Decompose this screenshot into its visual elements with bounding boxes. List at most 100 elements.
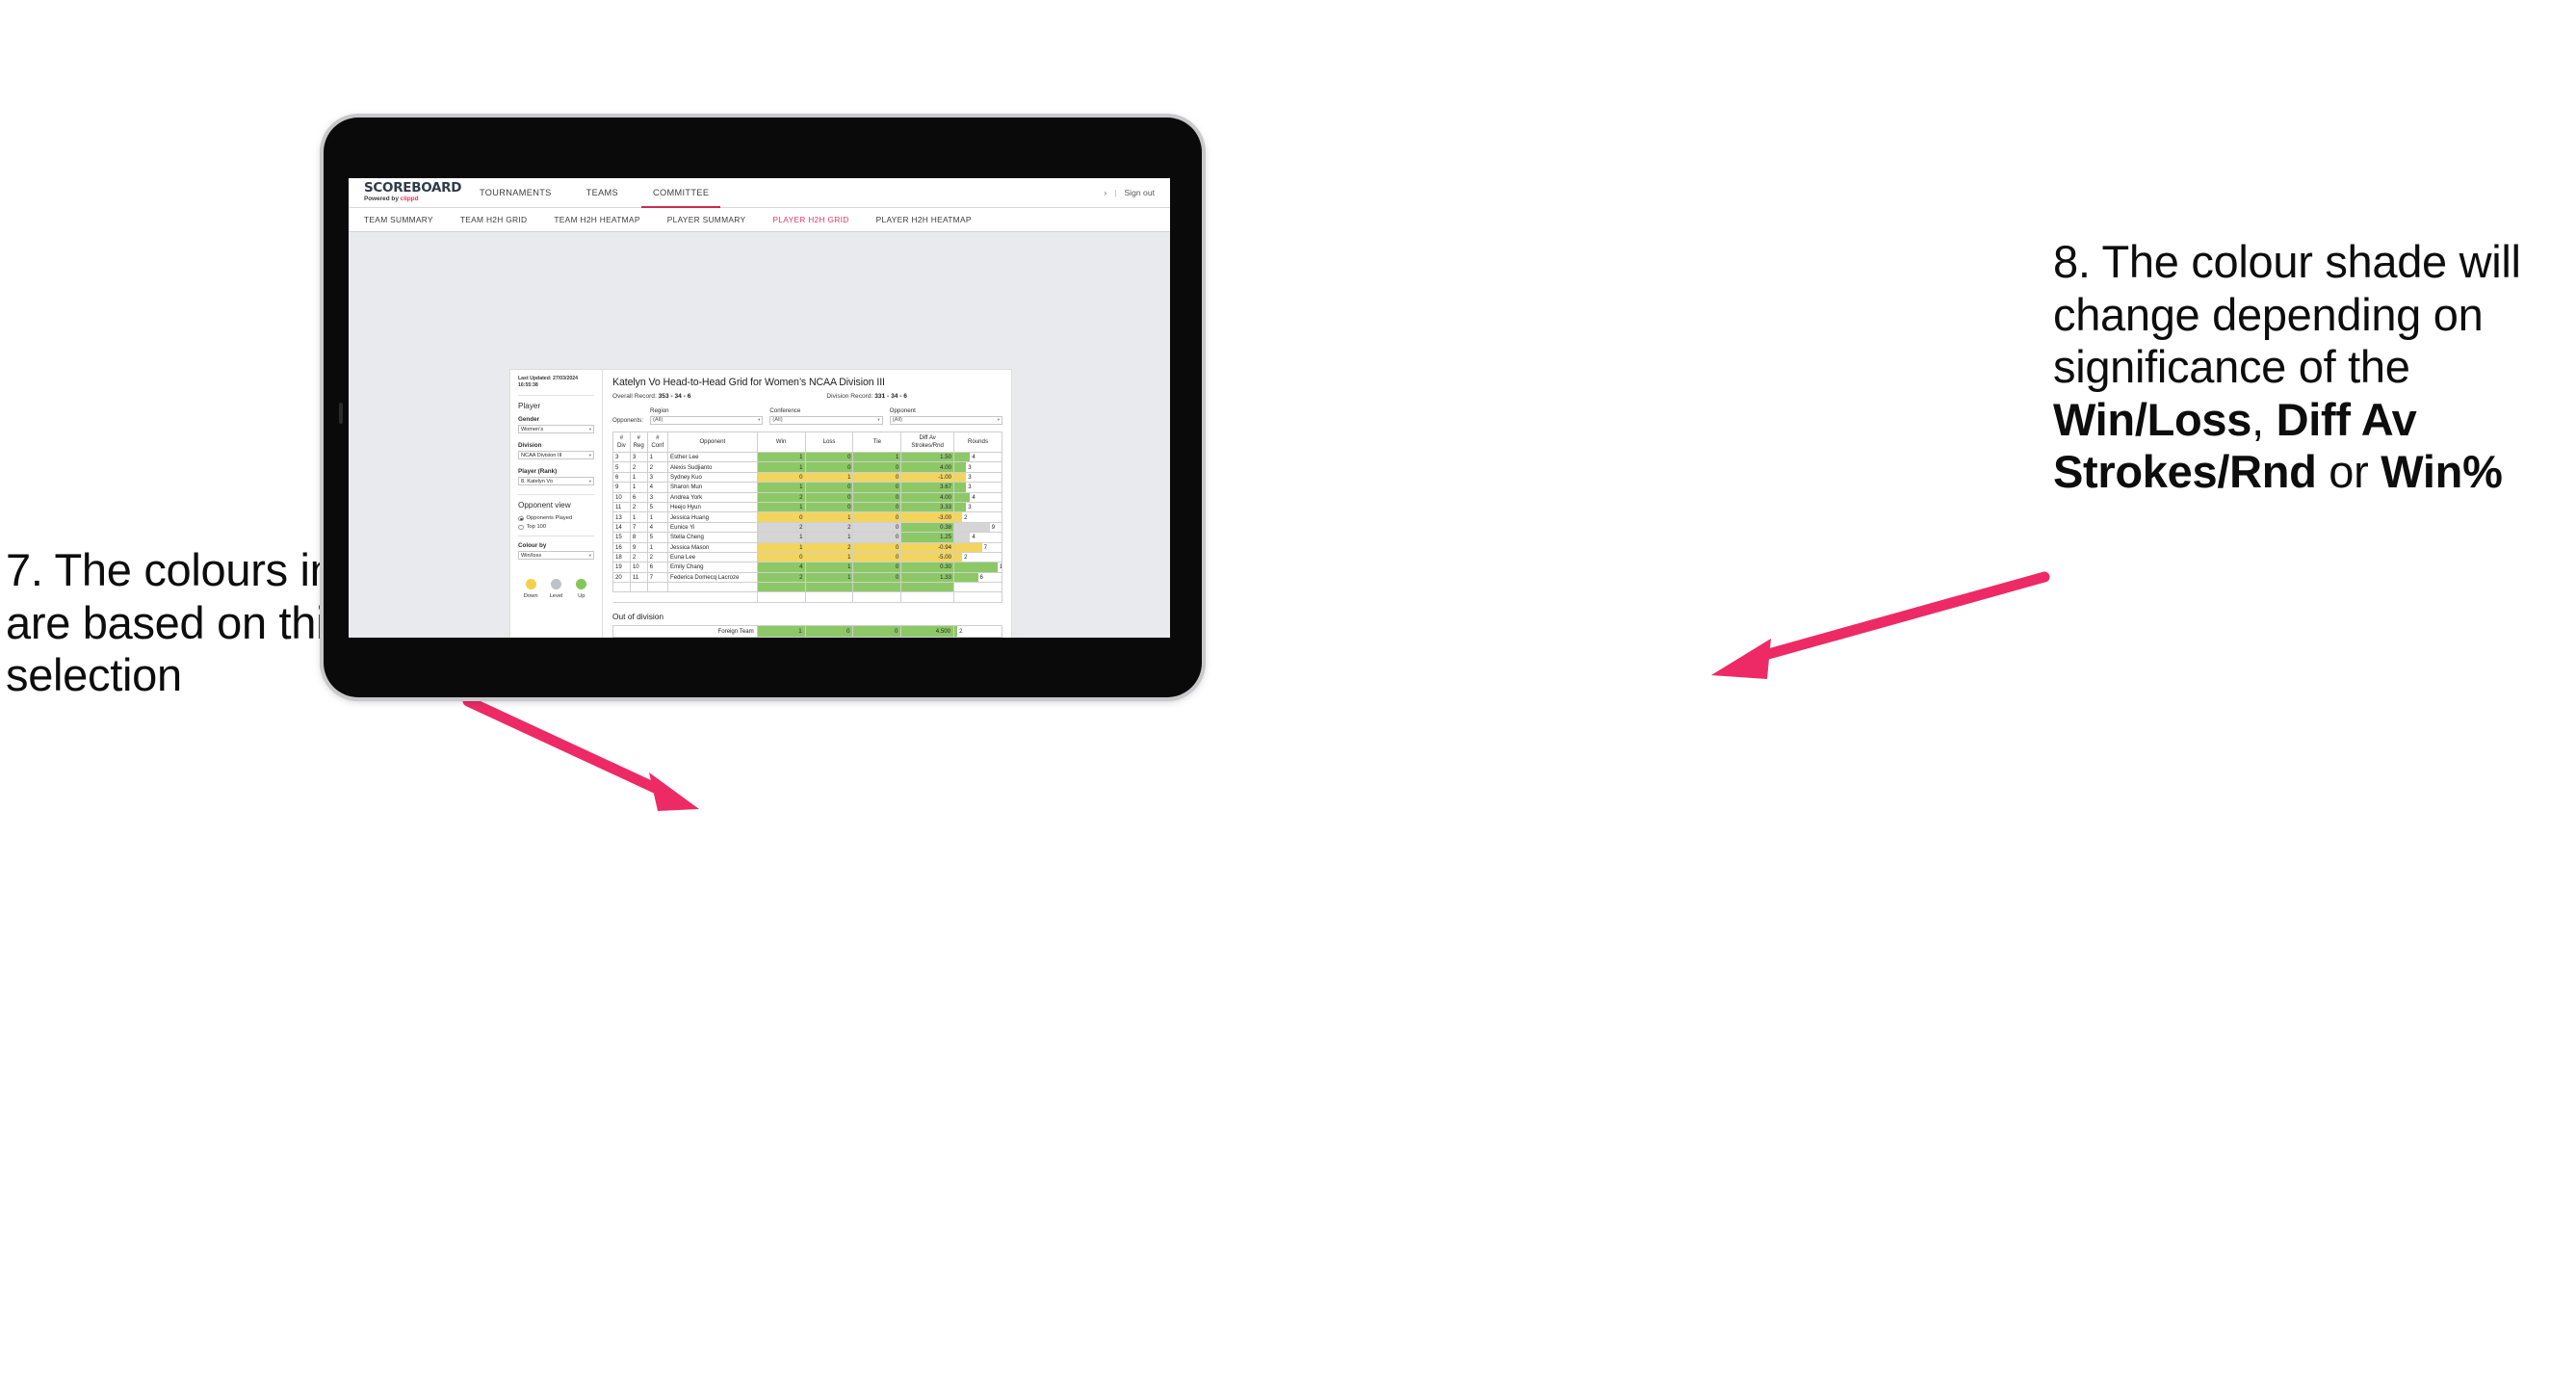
- blank-cell: [647, 591, 668, 604]
- ood-cell-win: 1: [756, 625, 806, 638]
- rounds-bar: [954, 493, 971, 502]
- cell-tie: 0: [852, 511, 902, 523]
- cell-div: 6: [612, 471, 631, 484]
- column-header-0[interactable]: # Div: [612, 431, 631, 453]
- table-row[interactable]: 16 9 1 Jessica Mason 1 2 0 -0.94 7: [612, 541, 1002, 553]
- table-row[interactable]: 13 1 1 Jessica Huang 0 1 0 -3.00 2: [612, 511, 1002, 523]
- table-row[interactable]: 20 11 7 Federica Domecq Lacroze 2 1 0 1.33 6: [612, 571, 1002, 584]
- cell-tie: 0: [852, 562, 902, 573]
- column-header-1[interactable]: # Reg: [629, 431, 648, 453]
- table-row[interactable]: 5 2 2 Alexis Sudjianto 1 0 0 4.00 3: [612, 461, 1002, 473]
- chevron-down-icon: ▾: [758, 417, 761, 423]
- cell-win: 0: [756, 511, 806, 523]
- opponent-view-title: Opponent view: [518, 501, 571, 510]
- last-updated: Last Updated: 27/03/2024 16:55:38: [518, 376, 594, 389]
- filter-region-select[interactable]: (All) ▾: [650, 415, 764, 425]
- cell-conf: 3: [646, 491, 669, 503]
- subnav-item-team-h2h-heatmap[interactable]: TEAM H2H HEATMAP: [540, 215, 653, 224]
- cell-win: 1: [756, 501, 806, 513]
- gender-dropdown[interactable]: Women’s ▾: [518, 425, 594, 434]
- filter-region-value: (All): [653, 417, 664, 424]
- colour-by-label: Colour by: [518, 542, 547, 550]
- tablet-screen: SCOREBOARD Powered by clippd TOURNAMENTS…: [349, 178, 1170, 638]
- subnav-item-player-h2h-heatmap[interactable]: PLAYER H2H HEATMAP: [863, 215, 985, 224]
- sign-out-link[interactable]: Sign out: [1124, 188, 1155, 197]
- ood-cell-rounds: 2: [953, 625, 1002, 638]
- division-dropdown[interactable]: NCAA Division III ▾: [518, 451, 594, 460]
- cell-loss: 0: [804, 482, 854, 493]
- legend-dot-up: [576, 579, 587, 590]
- rounds-value: 4: [972, 534, 976, 541]
- sub-navigation: TEAM SUMMARY TEAM H2H GRID TEAM H2H HEAT…: [349, 208, 1170, 232]
- table-row[interactable]: 11 2 5 Heejo Hyun 1 0 0 3.33 3: [612, 501, 1002, 513]
- cell-diff: 4.00: [900, 491, 954, 503]
- cell-diff: -0.94: [900, 541, 954, 553]
- colour-by-dropdown[interactable]: Win/loss ▾: [518, 551, 594, 561]
- cell-rounds: 4: [953, 451, 1002, 463]
- column-header-5[interactable]: Loss: [804, 431, 854, 453]
- cell-win: 4: [756, 562, 806, 573]
- radio-opponents-played[interactable]: Opponents Played: [518, 515, 594, 521]
- rounds-bar: [954, 462, 967, 472]
- column-header-8[interactable]: Rounds: [953, 431, 1002, 453]
- topnav-item-teams[interactable]: TEAMS: [569, 178, 636, 208]
- viz-card: Last Updated: 27/03/2024 16:55:38 Player…: [509, 369, 1012, 638]
- ood-row[interactable]: NAIA Division 115009.26730: [612, 636, 1002, 638]
- cell-opponent: Jessica Mason: [667, 541, 758, 553]
- cell-conf: 5: [646, 501, 669, 513]
- cell-reg: 8: [629, 532, 648, 543]
- division-record-value: 331 - 34 - 6: [874, 393, 907, 400]
- radio-opponents-played-label: Opponents Played: [526, 515, 573, 522]
- ood-cell-loss: 0: [804, 636, 854, 638]
- table-row[interactable]: 14 7 4 Eunice Yi 2 2 0 0.38 9: [612, 521, 1002, 534]
- ood-cell-opponent: Foreign Team: [612, 625, 758, 638]
- column-header-4[interactable]: Win: [756, 431, 806, 453]
- cell-conf: [646, 582, 669, 593]
- column-header-7[interactable]: Diff Av Strokes/Rnd: [900, 431, 954, 453]
- ood-row[interactable]: Foreign Team 1 0 0 4.500 2: [612, 625, 1002, 638]
- cell-div: 5: [612, 461, 631, 473]
- column-header-2[interactable]: # Conf: [646, 431, 669, 453]
- annotation-right-p1: 8. The colour shade will change dependin…: [2053, 236, 2521, 393]
- cell-rounds: 4: [953, 532, 1002, 543]
- rounds-bar: [954, 573, 978, 582]
- topnav-item-committee[interactable]: COMMITTEE: [636, 178, 726, 208]
- cell-div: [612, 582, 631, 593]
- cell-div: 16: [612, 541, 631, 553]
- table-row[interactable]: 15 8 5 Stella Cheng 1 1 0 1.25 4: [612, 532, 1002, 543]
- topnav-item-tournaments[interactable]: TOURNAMENTS: [462, 178, 569, 208]
- player-rank-dropdown[interactable]: 8. Katelyn Vo ▾: [518, 477, 594, 486]
- cell-opponent: Eunice Yi: [667, 521, 758, 534]
- cell-win: 0: [756, 551, 806, 563]
- ood-cell-rounds: 30: [953, 636, 1002, 638]
- chevron-down-icon: ▾: [588, 452, 591, 458]
- table-row[interactable]: 6 1 3 Sydney Kuo 0 1 0 -1.00 3: [612, 471, 1002, 484]
- division-record-label: Division Record:: [826, 393, 875, 400]
- out-of-division-table: Foreign Team1004.5002NAIA Division 11500…: [612, 625, 1002, 638]
- radio-top-100[interactable]: Top 100: [518, 524, 594, 530]
- blank-cell: [630, 591, 648, 604]
- cell-tie: 0: [852, 532, 902, 543]
- column-header-3[interactable]: Opponent: [667, 431, 758, 453]
- blank-cell: [612, 591, 631, 604]
- cell-loss: 0: [804, 461, 854, 473]
- subnav-item-player-h2h-grid[interactable]: PLAYER H2H GRID: [759, 215, 862, 224]
- table-row[interactable]: 19106Emily Chang4100.3011: [612, 562, 1002, 573]
- subnav-item-team-summary[interactable]: TEAM SUMMARY: [364, 215, 447, 224]
- cell-conf: 4: [646, 482, 669, 493]
- subnav-item-player-summary[interactable]: PLAYER SUMMARY: [654, 215, 760, 224]
- chevron-right-icon[interactable]: ›: [1104, 188, 1106, 197]
- column-header-6[interactable]: Tie: [852, 431, 902, 453]
- rounds-value: 2: [964, 554, 968, 562]
- subnav-item-team-h2h-grid[interactable]: TEAM H2H GRID: [447, 215, 541, 224]
- table-row[interactable]: 10 6 3 Andrea York 2 0 0 4.00 4: [612, 491, 1002, 503]
- table-row[interactable]: 18 2 2 Euna Lee 0 1 0 -5.00 2: [612, 551, 1002, 563]
- brand-logo[interactable]: SCOREBOARD Powered by clippd: [349, 178, 462, 207]
- table-row[interactable]: 9 1 4 Sharon Mun 1 0 0 3.67 3: [612, 482, 1002, 493]
- filter-opponent-select[interactable]: (All) ▾: [889, 415, 1002, 425]
- cell-rounds: 6: [953, 571, 1002, 584]
- cell-diff: 3.67: [900, 482, 954, 493]
- filter-conference-select[interactable]: (All) ▾: [769, 415, 883, 425]
- rounds-bar: [954, 453, 971, 461]
- table-row[interactable]: 3 3 1 Esther Lee 1 0 1 1.50 4: [612, 451, 1002, 463]
